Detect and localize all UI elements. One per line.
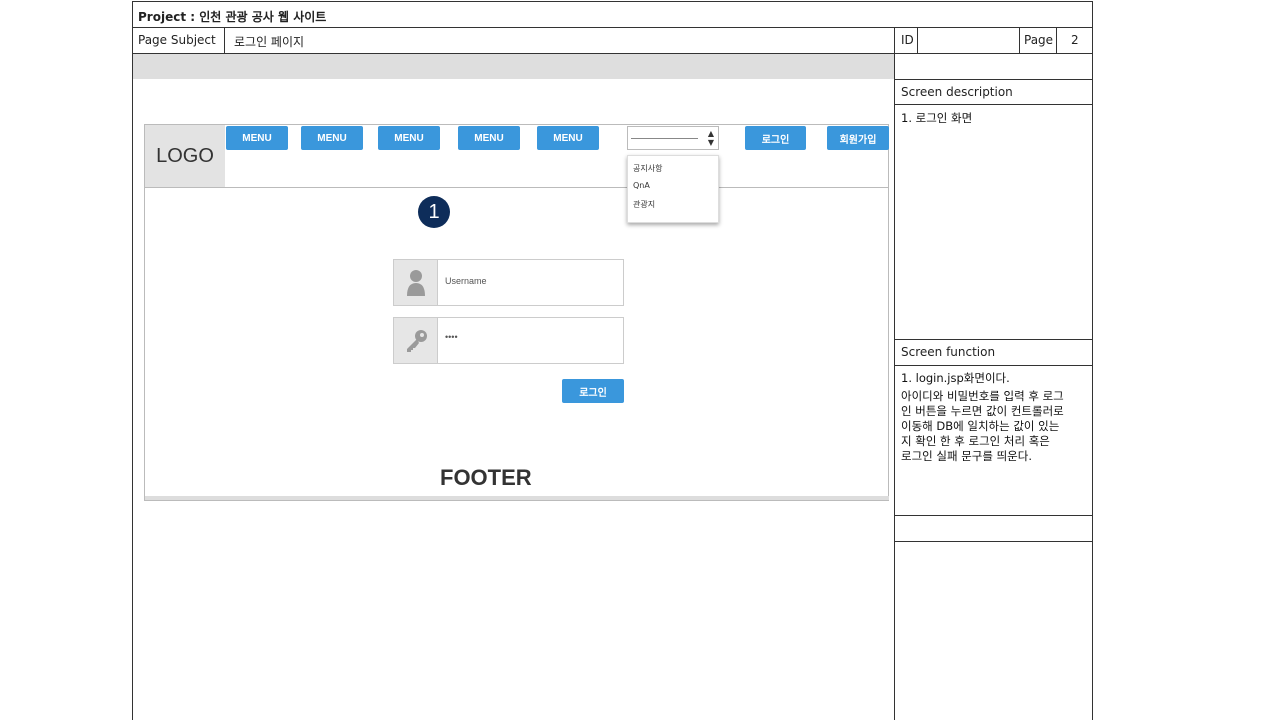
dropdown-item-qna[interactable]: QnA [633, 181, 650, 190]
screen-function-line-2: 아이디와 비밀번호를 입력 후 로그 [901, 389, 1064, 403]
page-label: Page [1024, 33, 1054, 47]
divider [133, 27, 1093, 28]
menu-button-3[interactable]: MENU [378, 126, 440, 150]
menu-button-5[interactable]: MENU [537, 126, 599, 150]
menu-button-4[interactable]: MENU [458, 126, 520, 150]
select-arrows-icon: ▲ ▼ [707, 129, 714, 147]
divider [895, 515, 1093, 516]
divider [895, 339, 1093, 340]
username-field[interactable]: Username [393, 259, 624, 306]
logo[interactable]: LOGO [145, 125, 225, 187]
dropdown-item-tourist-spot[interactable]: 관광지 [633, 199, 655, 210]
wireframe-mockup [144, 124, 889, 501]
divider [895, 365, 1093, 366]
screen-function-line-3: 인 버튼을 누르면 값이 컨트롤러로 [901, 404, 1064, 418]
divider [224, 28, 225, 54]
divider [895, 541, 1093, 542]
id-label: ID [901, 33, 914, 47]
password-field[interactable]: •••• [393, 317, 624, 364]
page-subject-value: 로그인 페이지 [234, 35, 305, 49]
dropdown-item-notice[interactable]: 공지사항 [633, 163, 662, 174]
screen-function-title: Screen function [901, 345, 996, 359]
gray-band [133, 54, 894, 79]
select-placeholder-line [631, 138, 698, 139]
password-value: •••• [445, 332, 458, 342]
user-icon [394, 260, 438, 305]
signup-button[interactable]: 회원가입 [827, 126, 889, 150]
footer-label: FOOTER [440, 465, 532, 490]
screen-function-line-6: 로그인 실패 문구를 띄운다. [901, 449, 1033, 463]
key-icon [394, 318, 438, 363]
annotation-badge: 1 [418, 196, 450, 228]
screen-function-line-4: 이동해 DB에 일치하는 값이 있는 [901, 419, 1060, 433]
screen-description-title: Screen description [901, 85, 1013, 99]
menu-button-2[interactable]: MENU [301, 126, 363, 150]
category-dropdown: 공지사항 QnA 관광지 [627, 155, 719, 223]
username-placeholder: Username [445, 276, 487, 286]
header-divider [145, 187, 889, 188]
login-submit-button[interactable]: 로그인 [562, 379, 624, 403]
footer-bar [145, 496, 889, 500]
category-select[interactable]: ▲ ▼ [627, 126, 719, 150]
divider [895, 104, 1093, 105]
menu-button-1[interactable]: MENU [226, 126, 288, 150]
screen-function-line-5: 지 확인 한 후 로그인 처리 혹은 [901, 434, 1050, 448]
project-title: Project : 인천 관광 공사 웹 사이트 [138, 10, 327, 24]
screen-description-text: 1. 로그인 화면 [901, 111, 973, 125]
header-login-button[interactable]: 로그인 [745, 126, 806, 150]
divider [894, 28, 895, 720]
screen-function-line-1: 1. login.jsp화면이다. [901, 371, 1010, 385]
divider [895, 79, 1093, 80]
divider [917, 28, 918, 54]
divider [1019, 28, 1020, 54]
page-number: 2 [1071, 33, 1079, 47]
page-subject-label: Page Subject [138, 33, 216, 47]
divider [1056, 28, 1057, 54]
